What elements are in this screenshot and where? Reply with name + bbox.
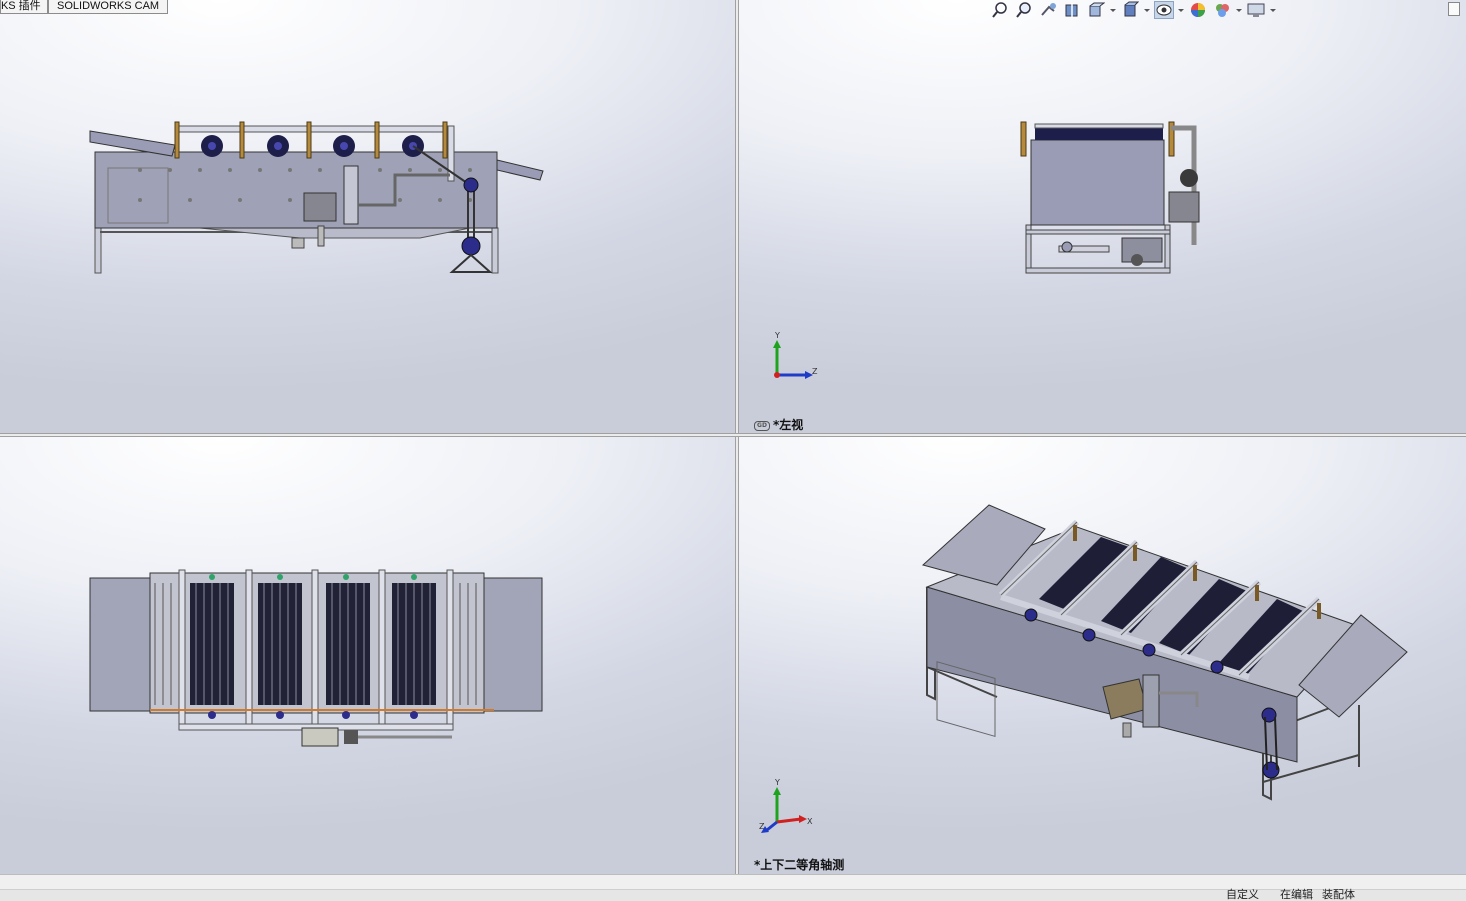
hide-show-items-icon[interactable] (1154, 1, 1174, 19)
view-name-label-isometric: *上下二等角轴测 (754, 858, 845, 872)
viewport-top-view[interactable] (0, 437, 735, 874)
apply-scene-icon[interactable] (1212, 1, 1232, 19)
edit-appearance-icon[interactable] (1188, 1, 1208, 19)
triad-z-label-iso: Z (759, 822, 765, 831)
command-manager-tabs: RKS 插件 SOLIDWORKS CAM (0, 0, 169, 14)
view-name-label-left: GD *左视 (754, 416, 803, 433)
viewport-left-view[interactable]: Y Z GD *左视 (739, 0, 1466, 433)
front-view-drawing (89, 121, 544, 274)
triad-z-label: Z (812, 367, 818, 376)
collapse-panel-icon[interactable] (1448, 2, 1460, 16)
heads-up-view-toolbar (990, 0, 1276, 20)
apply-scene-dropdown-icon[interactable] (1236, 1, 1242, 19)
status-bar: 自定义 在编辑 装配体 (0, 874, 1466, 901)
display-style-dropdown-icon[interactable] (1144, 1, 1150, 19)
view-name-text: *左视 (773, 418, 804, 432)
section-view-icon[interactable] (1062, 1, 1082, 19)
hide-show-dropdown-icon[interactable] (1178, 1, 1184, 19)
top-view-drawing (89, 569, 543, 747)
viewport-horizontal-splitter[interactable] (0, 433, 1466, 437)
view-settings-icon[interactable] (1246, 1, 1266, 19)
viewport-isometric[interactable]: Y X Z *上下二等角轴测 (739, 437, 1466, 874)
view-glyph-icon: GD (754, 420, 770, 431)
zoom-to-fit-icon[interactable] (990, 1, 1010, 19)
viewport-front[interactable] (0, 0, 735, 433)
triad-x-label-iso: X (807, 817, 813, 826)
triad-y-label-iso: Y (775, 778, 780, 787)
viewport-vertical-splitter[interactable] (735, 0, 739, 874)
status-editing: 在编辑 (1280, 888, 1313, 901)
status-units[interactable]: 自定义 (1226, 889, 1259, 900)
status-document-type: 装配体 (1322, 888, 1355, 901)
view-settings-dropdown-icon[interactable] (1270, 1, 1276, 19)
view-orientation-dropdown-icon[interactable] (1110, 1, 1116, 19)
previous-view-icon[interactable] (1038, 1, 1058, 19)
coordinate-triad (773, 340, 813, 379)
tab-solidworks-cam[interactable]: SOLIDWORKS CAM (48, 0, 169, 14)
tab-plugins[interactable]: RKS 插件 (0, 0, 48, 14)
view-orientation-icon[interactable] (1086, 1, 1106, 19)
triad-y-label: Y (775, 331, 780, 340)
coordinate-triad-iso (761, 787, 807, 833)
zoom-to-area-icon[interactable] (1014, 1, 1034, 19)
display-style-icon[interactable] (1120, 1, 1140, 19)
